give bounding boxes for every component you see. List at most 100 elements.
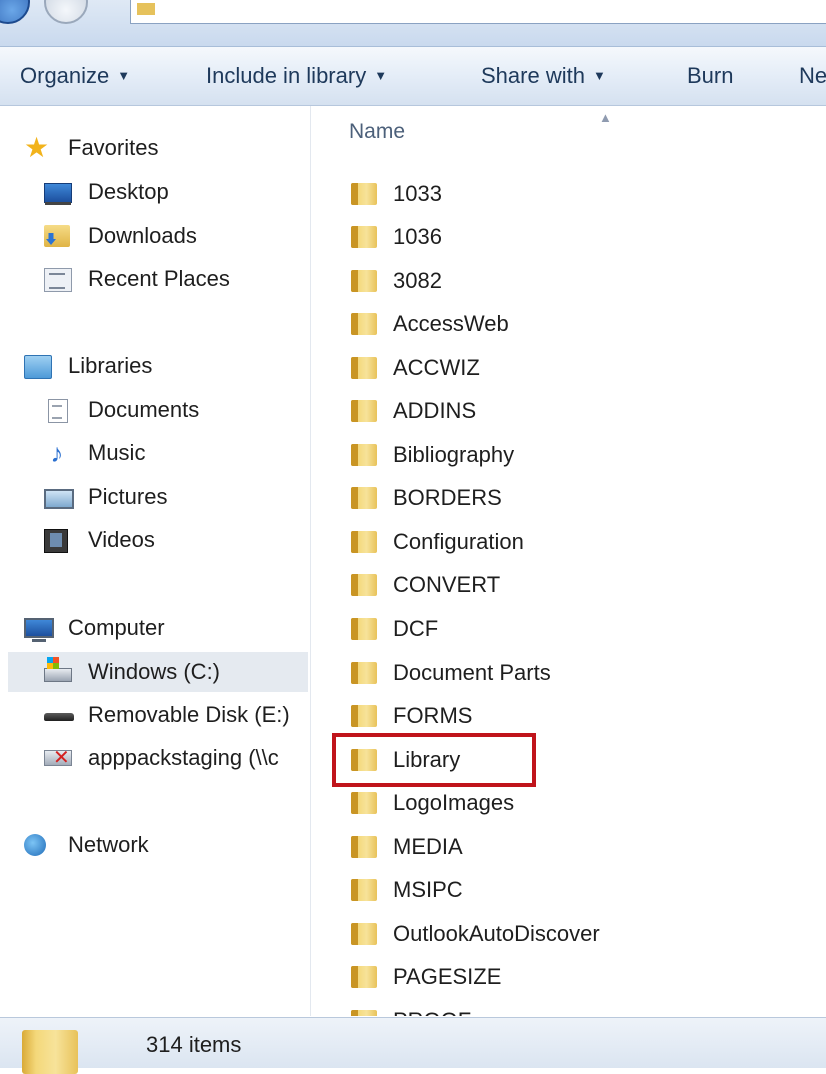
nav-favorites[interactable]: ★ Favorites: [24, 128, 304, 168]
dropdown-arrow-icon: ▼: [374, 68, 388, 83]
folder-name: BORDERS: [393, 485, 502, 510]
folder-row[interactable]: Document Parts: [311, 653, 826, 693]
windows-drive-icon: [44, 657, 72, 682]
new-folder-label: Ne: [799, 63, 826, 88]
library-highlight-box: [332, 733, 536, 787]
folder-row[interactable]: FORMS: [311, 696, 826, 736]
removable-disk-icon: [44, 713, 74, 721]
folder-icon: [351, 183, 377, 205]
folder-row[interactable]: 1033: [311, 174, 826, 214]
folder-name: 3082: [393, 268, 442, 293]
libraries-icon: [24, 355, 52, 379]
folder-name: CONVERT: [393, 572, 501, 597]
back-button[interactable]: [0, 0, 30, 24]
navigation-pane: ★ Favorites Desktop Downloads Recent Pla…: [0, 106, 311, 1016]
nav-item-label: Desktop: [88, 179, 169, 204]
folder-row[interactable]: AccessWeb: [311, 304, 826, 344]
folder-name: PAGESIZE: [393, 964, 502, 989]
folder-row[interactable]: ACCWIZ: [311, 348, 826, 388]
folder-row[interactable]: ADDINS: [311, 391, 826, 431]
folder-row[interactable]: MEDIA: [311, 827, 826, 867]
dropdown-arrow-icon: ▼: [117, 68, 131, 83]
forward-button[interactable]: [44, 0, 88, 24]
title-bar: [0, 0, 826, 47]
folder-icon: [351, 270, 377, 292]
folder-name: 1036: [393, 224, 442, 249]
folder-row[interactable]: 1036: [311, 217, 826, 257]
nav-item-label: Windows (C:): [88, 659, 221, 684]
nav-network-label: Network: [68, 832, 149, 857]
address-bar[interactable]: [130, 0, 826, 24]
folder-name: Configuration: [393, 529, 524, 554]
folder-icon: [351, 966, 377, 988]
folder-name: ACCWIZ: [393, 355, 480, 380]
nav-item-pictures[interactable]: Pictures: [44, 477, 304, 517]
folder-icon: [351, 1010, 377, 1016]
nav-item-removable-disk[interactable]: Removable Disk (E:): [44, 695, 304, 735]
folder-icon: [351, 923, 377, 945]
include-in-library-button[interactable]: Include in library ▼: [206, 62, 387, 90]
nav-item-windows-c[interactable]: Windows (C:): [8, 652, 308, 692]
folder-name: AccessWeb: [393, 311, 509, 336]
nav-item-desktop[interactable]: Desktop: [44, 172, 304, 212]
folder-icon: [137, 3, 155, 15]
videos-icon: [44, 529, 68, 553]
nav-item-downloads[interactable]: Downloads: [44, 216, 304, 256]
music-icon: ♪: [50, 438, 64, 468]
folder-icon: [351, 313, 377, 335]
nav-item-label: Pictures: [88, 484, 168, 509]
burn-button[interactable]: Burn: [687, 62, 733, 90]
folder-row[interactable]: BORDERS: [311, 478, 826, 518]
folder-icon: [351, 792, 377, 814]
sort-ascending-icon: ▲: [599, 110, 612, 125]
nav-item-documents[interactable]: Documents: [44, 390, 304, 430]
folder-row[interactable]: CONVERT: [311, 565, 826, 605]
file-list: Name ▲ 1033 1036 3082 AccessWeb ACCWIZ A…: [311, 106, 826, 1016]
folder-row[interactable]: PROOF: [311, 1001, 826, 1016]
pictures-icon: [44, 489, 74, 509]
folder-icon: [351, 879, 377, 901]
burn-label: Burn: [687, 63, 734, 88]
nav-item-label: Recent Places: [88, 266, 230, 291]
nav-item-network-drive[interactable]: apppackstaging (\\c: [44, 738, 308, 778]
new-folder-button[interactable]: Ne: [799, 62, 826, 90]
nav-item-videos[interactable]: Videos: [44, 520, 304, 560]
folder-row[interactable]: 3082: [311, 261, 826, 301]
share-with-label: Share with: [481, 63, 585, 88]
nav-item-music[interactable]: ♪ Music: [44, 433, 304, 473]
folder-icon: [351, 836, 377, 858]
details-pane: 314 items: [0, 1017, 826, 1074]
nav-libraries-label: Libraries: [68, 353, 153, 378]
folder-name: PROOF: [393, 1001, 471, 1016]
nav-item-recent-places[interactable]: Recent Places: [44, 259, 304, 299]
share-with-button[interactable]: Share with ▼: [481, 62, 606, 90]
folder-name: Bibliography: [393, 442, 515, 467]
nav-computer[interactable]: Computer: [24, 608, 304, 648]
folder-icon: [22, 1030, 78, 1074]
column-header-name[interactable]: Name: [349, 120, 405, 144]
folder-row[interactable]: MSIPC: [311, 870, 826, 910]
folder-row[interactable]: PAGESIZE: [311, 957, 826, 997]
folder-icon: [351, 531, 377, 553]
folder-row[interactable]: Configuration: [311, 522, 826, 562]
folder-row[interactable]: LogoImages: [311, 783, 826, 823]
folder-icon: [351, 487, 377, 509]
folder-row[interactable]: OutlookAutoDiscover: [311, 914, 826, 954]
folder-icon: [351, 400, 377, 422]
folder-row[interactable]: Bibliography: [311, 435, 826, 475]
folder-name: DCF: [393, 616, 439, 641]
organize-button[interactable]: Organize ▼: [20, 62, 130, 90]
nav-computer-label: Computer: [68, 615, 165, 640]
documents-icon: [48, 399, 68, 423]
nav-item-label: Videos: [88, 527, 155, 552]
nav-item-label: Downloads: [88, 223, 197, 248]
nav-libraries[interactable]: Libraries: [24, 346, 304, 386]
folder-row[interactable]: DCF: [311, 609, 826, 649]
folder-icon: [351, 574, 377, 596]
folder-name: Document Parts: [393, 660, 551, 685]
folder-name: FORMS: [393, 703, 473, 728]
folder-icon: [351, 618, 377, 640]
nav-item-label: Removable Disk (E:): [88, 702, 290, 727]
nav-network[interactable]: Network: [24, 825, 304, 865]
folder-icon: [351, 226, 377, 248]
